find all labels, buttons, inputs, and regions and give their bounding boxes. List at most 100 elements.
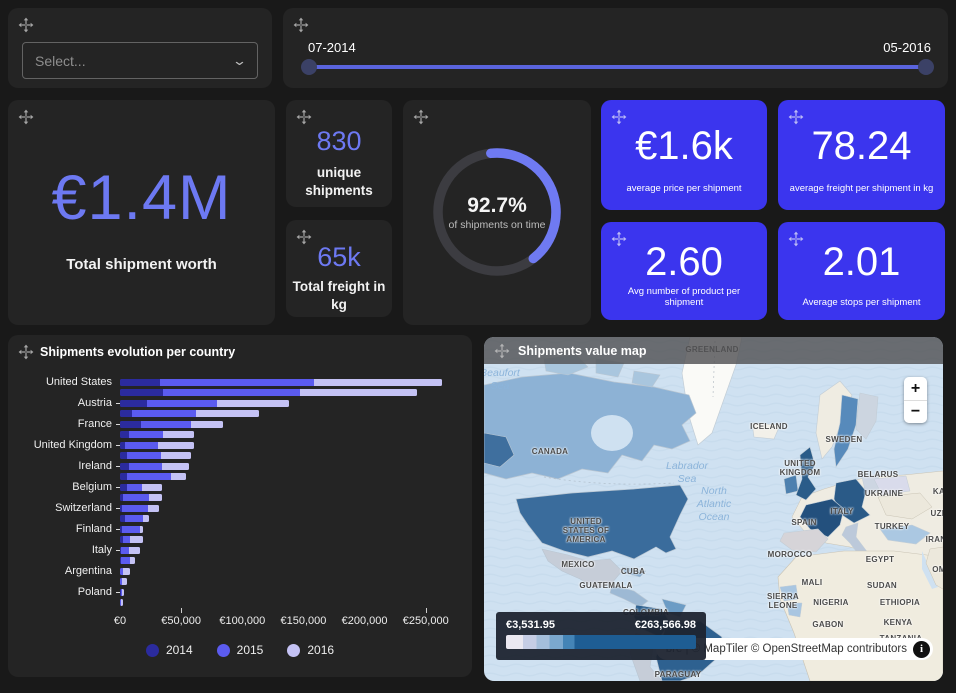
info-icon[interactable]: i — [913, 641, 930, 658]
bar-segment-2014[interactable] — [120, 452, 127, 459]
slider-thumb-min[interactable] — [301, 59, 317, 75]
bar-segment-2016[interactable] — [130, 557, 134, 564]
stacked-bar[interactable] — [120, 515, 149, 522]
bar-segment-2014[interactable] — [120, 473, 127, 480]
country-map-label: ICELAND — [750, 422, 788, 431]
kpi-avg-stops-value: 2.01 — [778, 240, 945, 285]
bar-segment-2015[interactable] — [125, 515, 143, 522]
drag-handle-icon[interactable] — [296, 109, 312, 125]
bar-segment-2016[interactable] — [140, 526, 143, 533]
bar-segment-2014[interactable] — [120, 389, 163, 396]
bar-segment-2015[interactable] — [141, 421, 191, 428]
bar-segment-2014[interactable] — [120, 421, 141, 428]
stacked-bar[interactable] — [120, 599, 123, 606]
legend-item-2014[interactable]: 2014 — [146, 643, 193, 657]
stacked-bar[interactable] — [120, 431, 194, 438]
stacked-bar[interactable] — [120, 379, 442, 386]
zoom-out-button[interactable]: − — [904, 400, 927, 423]
bar-segment-2014[interactable] — [120, 484, 127, 491]
bar-segment-2016[interactable] — [148, 505, 159, 512]
bar-segment-2015[interactable] — [160, 379, 314, 386]
on-time-donut: 92.7% of shipments on time — [422, 137, 572, 287]
bar-segment-2014[interactable] — [120, 431, 129, 438]
bar-segment-2016[interactable] — [122, 589, 124, 596]
bar-segment-2015[interactable] — [123, 536, 130, 543]
drag-handle-icon[interactable] — [788, 109, 804, 125]
bar-segment-2015[interactable] — [123, 494, 149, 501]
stacked-bar[interactable] — [120, 389, 417, 396]
bar-segment-2014[interactable] — [120, 379, 160, 386]
bar-row: Belgium — [20, 482, 460, 493]
drag-handle-icon[interactable] — [18, 109, 34, 125]
bar-segment-2016[interactable] — [149, 494, 161, 501]
stacked-bar[interactable] — [120, 568, 130, 575]
map-legend-gradient — [506, 635, 696, 649]
drag-handle-icon[interactable] — [611, 109, 627, 125]
drag-handle-icon[interactable] — [494, 343, 510, 359]
bar-segment-2015[interactable] — [127, 452, 161, 459]
stacked-bar[interactable] — [120, 557, 135, 564]
legend-label: 2014 — [166, 643, 193, 657]
bar-segment-2016[interactable] — [123, 568, 130, 575]
stacked-bar[interactable] — [120, 547, 140, 554]
bar-segment-2015[interactable] — [127, 473, 172, 480]
bar-segment-2016[interactable] — [162, 463, 190, 470]
stacked-bar[interactable] — [120, 473, 186, 480]
bar-segment-2014[interactable] — [120, 410, 132, 417]
kpi-avg-products-card: 2.60 Avg number of product per shipment — [601, 222, 767, 320]
bar-segment-2015[interactable] — [122, 505, 147, 512]
bar-segment-2016[interactable] — [191, 421, 223, 428]
bar-segment-2016[interactable] — [142, 484, 162, 491]
legend-item-2016[interactable]: 2016 — [287, 643, 334, 657]
stacked-bar[interactable] — [120, 452, 191, 459]
bar-segment-2016[interactable] — [217, 400, 289, 407]
stacked-bar[interactable] — [120, 463, 189, 470]
bar-segment-2015[interactable] — [121, 557, 131, 564]
kpi-avg-stops-card: 2.01 Average stops per shipment — [778, 222, 945, 320]
bar-segment-2016[interactable] — [163, 431, 194, 438]
bar-segment-2016[interactable] — [129, 547, 141, 554]
drag-handle-icon[interactable] — [18, 17, 34, 33]
bar-segment-2016[interactable] — [122, 578, 127, 585]
bar-segment-2016[interactable] — [196, 410, 260, 417]
drag-handle-icon[interactable] — [413, 109, 429, 125]
stacked-bar[interactable] — [120, 494, 162, 501]
stacked-bar[interactable] — [120, 410, 259, 417]
bar-segment-2015[interactable] — [129, 463, 162, 470]
bar-segment-2016[interactable] — [158, 442, 194, 449]
bar-segment-2014[interactable] — [120, 400, 147, 407]
bar-segment-2015[interactable] — [125, 442, 158, 449]
slider-thumb-max[interactable] — [918, 59, 934, 75]
bar-segment-2016[interactable] — [171, 473, 186, 480]
stacked-bar[interactable] — [120, 536, 143, 543]
bar-segment-2016[interactable] — [143, 515, 149, 522]
bar-segment-2015[interactable] — [147, 400, 217, 407]
bar-segment-2015[interactable] — [121, 547, 128, 554]
stacked-bar[interactable] — [120, 505, 159, 512]
stacked-bar[interactable] — [120, 400, 289, 407]
stacked-bar[interactable] — [120, 484, 162, 491]
stacked-bar[interactable] — [120, 526, 143, 533]
zoom-in-button[interactable]: + — [904, 377, 927, 400]
stacked-bar[interactable] — [120, 442, 194, 449]
stacked-bar[interactable] — [120, 421, 223, 428]
bar-segment-2015[interactable] — [163, 389, 300, 396]
stacked-bar[interactable] — [120, 578, 127, 585]
date-range-slider[interactable] — [309, 65, 926, 69]
legend-item-2015[interactable]: 2015 — [217, 643, 264, 657]
bar-segment-2014[interactable] — [120, 463, 129, 470]
stacked-bar[interactable] — [120, 589, 124, 596]
bar-segment-2015[interactable] — [122, 526, 140, 533]
bar-chart-title: Shipments evolution per country — [40, 345, 235, 359]
bar-segment-2016[interactable] — [130, 536, 143, 543]
bar-segment-2015[interactable] — [127, 484, 142, 491]
bar-segment-2016[interactable] — [121, 599, 123, 606]
bar-segment-2016[interactable] — [161, 452, 191, 459]
drag-handle-icon[interactable] — [293, 17, 309, 33]
bar-segment-2015[interactable] — [132, 410, 196, 417]
bar-segment-2016[interactable] — [300, 389, 417, 396]
bar-segment-2016[interactable] — [314, 379, 442, 386]
bar-segment-2015[interactable] — [129, 431, 163, 438]
country-select[interactable]: Select... ⌄ — [22, 42, 258, 79]
drag-handle-icon[interactable] — [18, 344, 34, 360]
